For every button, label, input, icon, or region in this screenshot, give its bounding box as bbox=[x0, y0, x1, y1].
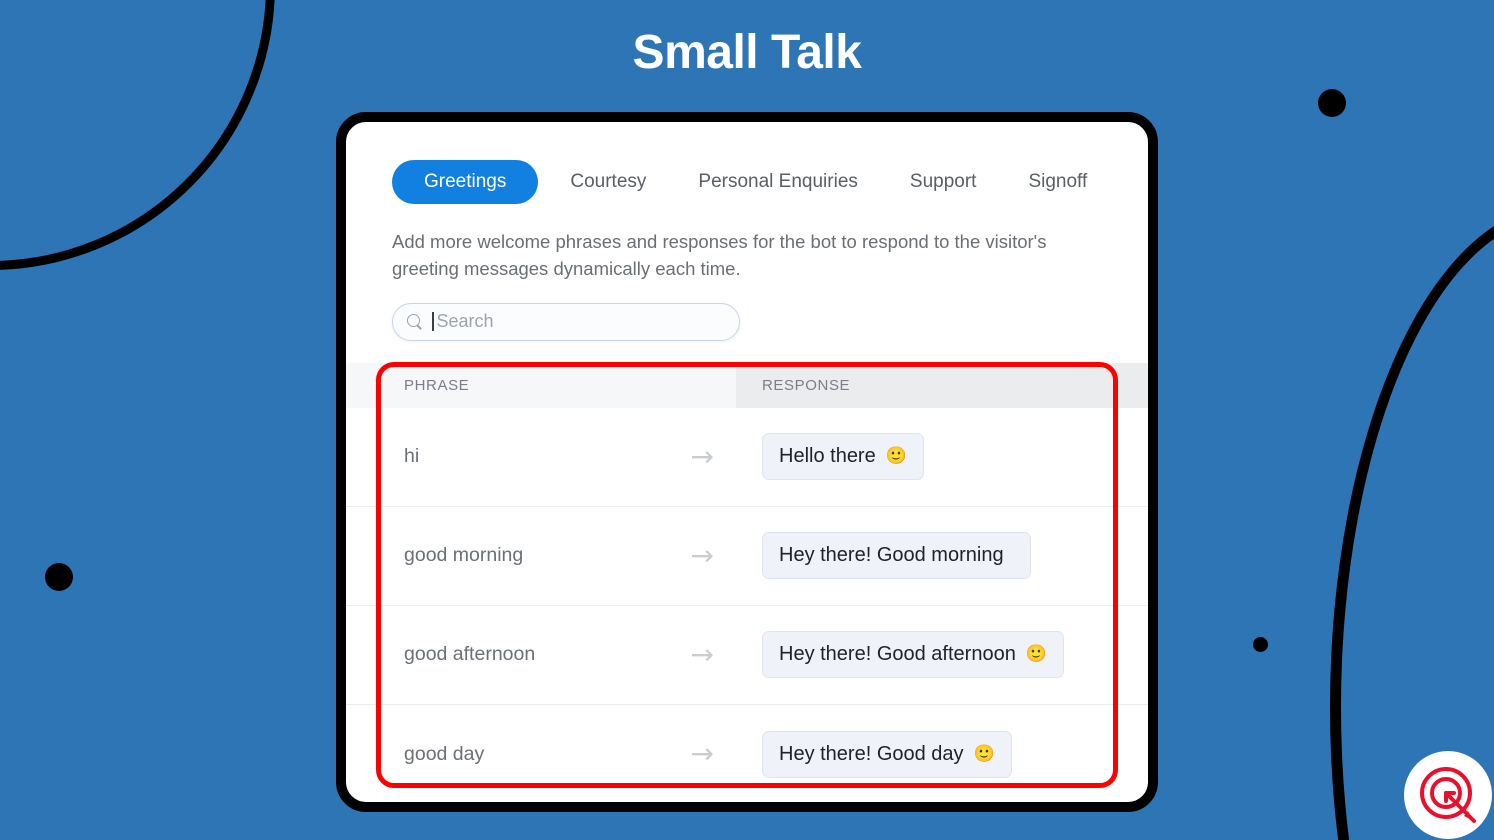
section-description: Add more welcome phrases and responses f… bbox=[392, 231, 1047, 280]
smiley-icon: 🙂 bbox=[885, 446, 907, 467]
arrow-right-icon: → bbox=[690, 637, 714, 671]
decorative-dot-left bbox=[45, 563, 73, 591]
text-caret bbox=[432, 312, 434, 332]
card-content: Greetings Courtesy Personal Enquiries Su… bbox=[346, 122, 1148, 802]
response-chip[interactable]: Hey there! Good day 🙂 bbox=[762, 730, 1012, 778]
smiley-icon: 🙂 bbox=[973, 743, 995, 764]
arrow-right-icon: → bbox=[690, 737, 714, 771]
cell-phrase: good morning → bbox=[346, 538, 736, 572]
brand-logo bbox=[1404, 751, 1492, 839]
search-icon bbox=[407, 313, 423, 330]
tab-greetings[interactable]: Greetings bbox=[392, 160, 539, 204]
tab-personal-enquiries[interactable]: Personal Enquiries bbox=[678, 160, 877, 204]
cell-response: Hey there! Good day 🙂 bbox=[736, 730, 1148, 778]
table-row[interactable]: good morning → Hey there! Good morning bbox=[346, 507, 1148, 606]
phrase-response-table: PHRASE RESPONSE hi → Hello there 🙂 good bbox=[346, 362, 1148, 802]
search-input[interactable]: Search bbox=[392, 302, 740, 341]
response-chip[interactable]: Hey there! Good morning bbox=[762, 532, 1031, 580]
column-header-response: RESPONSE bbox=[736, 362, 1148, 408]
search-placeholder: Search bbox=[436, 311, 494, 332]
table-row[interactable]: hi → Hello there 🙂 bbox=[346, 408, 1148, 507]
cell-response: Hey there! Good afternoon 🙂 bbox=[736, 631, 1148, 679]
tab-signoff[interactable]: Signoff bbox=[1008, 160, 1107, 204]
tab-courtesy[interactable]: Courtesy bbox=[550, 160, 666, 204]
cell-response: Hey there! Good morning bbox=[736, 532, 1148, 580]
phrase-text: good afternoon bbox=[404, 643, 536, 666]
cell-phrase: good afternoon → bbox=[346, 637, 736, 671]
cell-phrase: hi → bbox=[346, 439, 736, 473]
phrase-text: good morning bbox=[404, 544, 524, 567]
table-row[interactable]: good day → Hey there! Good day 🙂 bbox=[346, 705, 1148, 802]
tab-support[interactable]: Support bbox=[890, 160, 997, 204]
smiley-icon: 🙂 bbox=[1025, 644, 1047, 665]
decorative-dot-bottom-right bbox=[1253, 637, 1268, 652]
cell-phrase: good day → bbox=[346, 740, 736, 768]
arrow-right-icon: → bbox=[690, 538, 714, 572]
table-row[interactable]: good afternoon → Hey there! Good afterno… bbox=[346, 606, 1148, 705]
logo-icon bbox=[1420, 767, 1476, 823]
response-text: Hello there bbox=[779, 445, 876, 468]
cell-response: Hello there 🙂 bbox=[736, 433, 1148, 481]
small-talk-card: Greetings Courtesy Personal Enquiries Su… bbox=[336, 112, 1158, 812]
page-title: Small Talk bbox=[632, 26, 862, 79]
tab-bar: Greetings Courtesy Personal Enquiries Su… bbox=[346, 160, 1148, 204]
response-text: Hey there! Good morning bbox=[779, 544, 1004, 567]
response-chip[interactable]: Hey there! Good afternoon 🙂 bbox=[762, 631, 1064, 679]
table-header-row: PHRASE RESPONSE bbox=[346, 362, 1148, 408]
phrase-text: hi bbox=[404, 445, 420, 468]
search-area: Search bbox=[346, 302, 1148, 341]
column-header-phrase: PHRASE bbox=[346, 362, 736, 408]
response-chip[interactable]: Hello there 🙂 bbox=[762, 433, 924, 481]
response-text: Hey there! Good afternoon bbox=[779, 643, 1016, 666]
decorative-dot-top-right bbox=[1318, 89, 1346, 117]
arrow-right-icon: → bbox=[690, 439, 714, 473]
phrase-text: good day bbox=[404, 742, 485, 765]
response-text: Hey there! Good day bbox=[779, 742, 964, 765]
decorative-arc-right bbox=[1330, 205, 1494, 840]
